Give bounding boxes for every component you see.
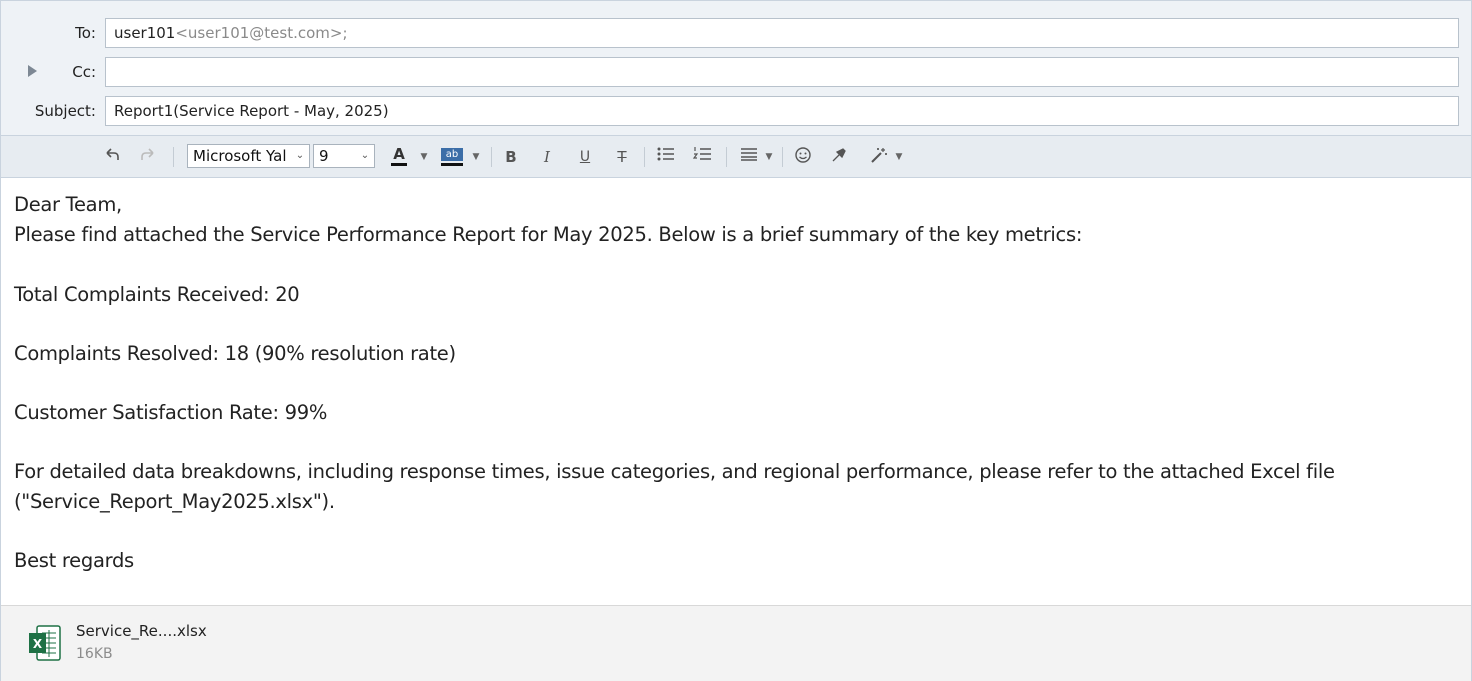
strikethrough-icon[interactable]: T [612, 146, 632, 168]
clear-format-icon[interactable] [829, 146, 849, 168]
magic-wand-icon[interactable] [867, 146, 891, 168]
message-body[interactable]: Dear Team, Please find attached the Serv… [1, 178, 1471, 604]
redo-icon[interactable] [137, 146, 159, 168]
emoji-icon[interactable] [793, 146, 813, 168]
to-recipient-name[interactable]: user101 [114, 24, 175, 42]
excel-file-icon[interactable]: X [28, 624, 62, 662]
font-family-select[interactable]: Microsoft Yal ⌄ [187, 144, 310, 168]
font-color-dropdown-icon[interactable]: ▼ [419, 146, 429, 168]
highlight-dropdown-icon[interactable]: ▼ [471, 146, 481, 168]
body-line-filename: ("Service_Report_May2025.xlsx"). [14, 490, 335, 513]
bold-icon[interactable]: B [501, 146, 521, 168]
svg-text:X: X [33, 637, 43, 651]
body-line-details: For detailed data breakdowns, including … [14, 460, 1335, 483]
attachment-size: 16KB [76, 646, 113, 662]
subject-label: Subject: [34, 102, 96, 120]
toolbar-separator [173, 147, 174, 167]
toolbar-separator [644, 147, 645, 167]
underline-icon[interactable]: U [575, 146, 595, 168]
chevron-down-icon: ⌄ [294, 145, 306, 167]
highlight-color-icon[interactable]: ab [441, 146, 463, 168]
expand-triangle-icon[interactable] [28, 65, 37, 77]
compose-window: To: user101<user101@test.com>; Cc: Subje… [0, 0, 1472, 681]
italic-icon[interactable]: I [537, 146, 557, 168]
body-line-satisfaction: Customer Satisfaction Rate: 99% [14, 401, 328, 424]
magic-wand-dropdown-icon[interactable]: ▼ [894, 146, 904, 168]
to-recipient-address[interactable]: <user101@test.com>; [175, 24, 347, 42]
undo-icon[interactable] [101, 146, 123, 168]
chevron-down-icon: ⌄ [359, 145, 371, 167]
align-dropdown-icon[interactable]: ▼ [764, 146, 774, 168]
cc-field[interactable] [105, 57, 1459, 87]
font-family-value: Microsoft Yal [193, 147, 287, 165]
body-line-intro: Please find attached the Service Perform… [14, 223, 1083, 246]
body-line-complaints-resolved: Complaints Resolved: 18 (90% resolution … [14, 342, 456, 365]
align-icon[interactable] [738, 146, 760, 168]
to-row: To: user101<user101@test.com>; [1, 18, 1471, 48]
subject-row: Subject: Report1(Service Report - May, 2… [1, 96, 1471, 126]
toolbar-separator [782, 147, 783, 167]
cc-label: Cc: [72, 63, 96, 81]
body-line-total-complaints: Total Complaints Received: 20 [14, 283, 300, 306]
font-color-icon[interactable]: A [389, 146, 409, 168]
body-line-signoff: Best regards [14, 549, 134, 572]
compose-header: To: user101<user101@test.com>; Cc: Subje… [1, 1, 1471, 136]
attachment-name[interactable]: Service_Re....xlsx [76, 622, 207, 640]
subject-field[interactable]: Report1(Service Report - May, 2025) [105, 96, 1459, 126]
format-toolbar: Microsoft Yal ⌄ 9 ⌄ A ▼ ab ▼ B I U T ▼ ▼ [1, 136, 1471, 178]
bullet-list-icon[interactable] [655, 146, 677, 168]
attachment-bar: X Service_Re....xlsx 16KB [1, 605, 1471, 681]
to-field[interactable]: user101<user101@test.com>; [105, 18, 1459, 48]
toolbar-separator [491, 147, 492, 167]
font-size-value: 9 [319, 147, 329, 165]
font-size-select[interactable]: 9 ⌄ [313, 144, 375, 168]
numbered-list-icon[interactable] [692, 146, 714, 168]
to-label: To: [75, 24, 96, 42]
toolbar-separator [726, 147, 727, 167]
cc-row: Cc: [1, 57, 1471, 87]
body-line-greeting: Dear Team, [14, 193, 122, 216]
